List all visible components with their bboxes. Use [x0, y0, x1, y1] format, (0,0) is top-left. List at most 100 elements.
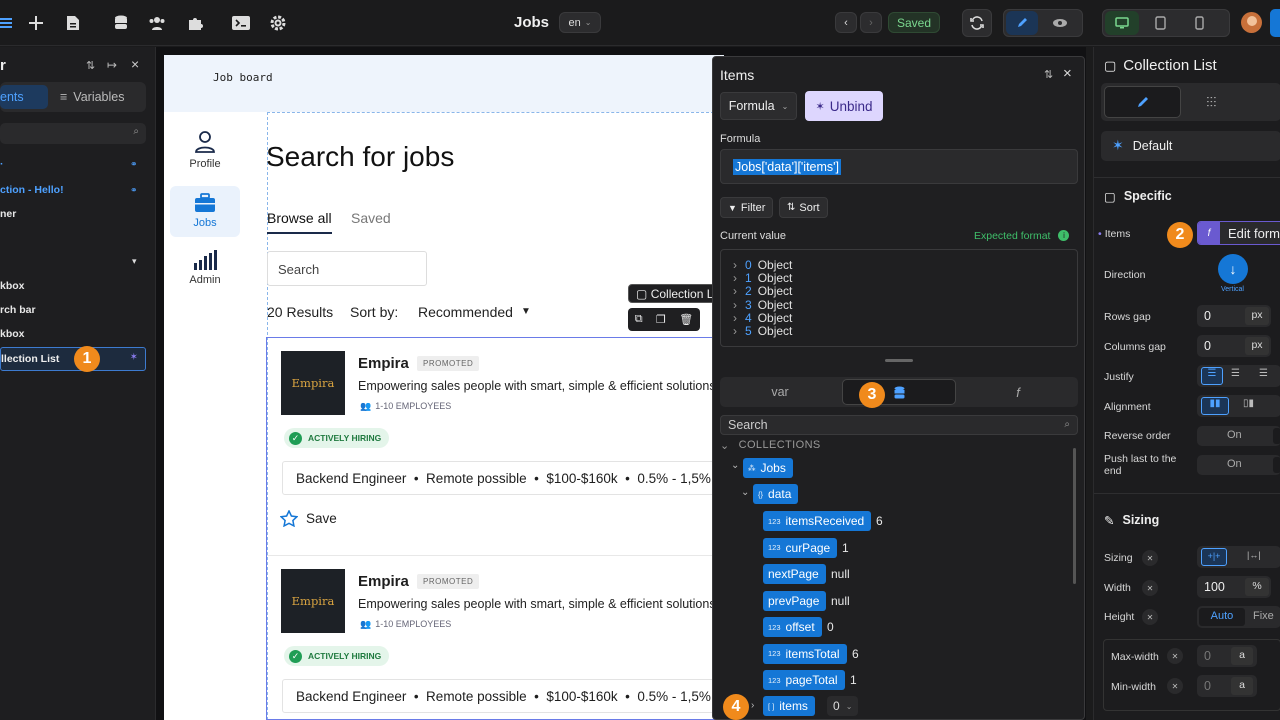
avatar[interactable] [1241, 12, 1262, 33]
collection-list-label[interactable]: ▢ Collection L [628, 284, 716, 303]
trash-icon[interactable]: 🗑 [679, 313, 693, 326]
layer-item[interactable]: ction - Hello! [0, 184, 64, 196]
current-value-row[interactable]: › 0 Object [733, 258, 792, 272]
resize-handle[interactable] [885, 359, 913, 362]
justify-center-button[interactable]: ☰ [1231, 368, 1240, 379]
rows-gap-unit[interactable]: px [1245, 307, 1269, 325]
align-stretch-button[interactable]: ▮▮ [1201, 397, 1229, 415]
tree-field-nextpage[interactable]: nextPage [763, 564, 826, 584]
tablet-button[interactable] [1145, 11, 1175, 35]
max-width-unit[interactable]: a [1231, 647, 1253, 665]
tab-browse-all[interactable]: Browse all [267, 210, 332, 234]
job-card[interactable]: Empira Empira PROMOTED Empowering sales … [267, 556, 732, 720]
terminal-icon[interactable] [230, 12, 252, 34]
reverse-order-toggle[interactable]: On [1197, 426, 1280, 446]
current-value-row[interactable]: › 3 Object [733, 298, 792, 312]
nav-admin[interactable]: Admin [172, 250, 238, 292]
job-role-row[interactable]: Backend Engineer • Remote possible • $10… [282, 461, 732, 495]
height-auto-button[interactable]: Auto [1199, 608, 1245, 626]
expand-arrows-icon[interactable]: ⇅ [1044, 68, 1053, 81]
current-value-row[interactable]: › 2 Object [733, 284, 792, 298]
users-icon[interactable] [146, 12, 168, 34]
desktop-button[interactable] [1105, 11, 1139, 35]
close-icon[interactable]: × [1063, 65, 1072, 82]
publish-button[interactable] [1270, 9, 1280, 37]
unbind-icon[interactable]: ✕ [1167, 678, 1183, 694]
scrollbar[interactable] [1073, 448, 1076, 584]
tree-field-offset[interactable]: 123 offset [763, 617, 822, 637]
tree-node-jobs[interactable]: ⁂ Jobs [743, 458, 793, 478]
direction-vertical-button[interactable]: ↓ [1218, 254, 1248, 284]
duplicate-icon[interactable]: ❐ [656, 313, 666, 326]
tree-field-itemstotal[interactable]: 123 itemsTotal [763, 643, 847, 664]
layer-item[interactable]: kbox [0, 328, 25, 340]
layer-item-selected[interactable]: llection List ✶ [0, 347, 146, 371]
sync-button[interactable] [962, 9, 992, 37]
settings-gear-icon[interactable] [267, 12, 289, 34]
add-icon[interactable] [25, 12, 47, 34]
formula-mode-select[interactable]: Formula ⌄ [720, 92, 797, 120]
width-input[interactable]: 100% [1197, 576, 1271, 598]
current-value-row[interactable]: › 1 Object [733, 271, 792, 285]
tab-style[interactable] [1104, 86, 1181, 118]
edit-formula-button[interactable]: f Edit form [1197, 221, 1280, 245]
min-width-input[interactable]: 0a [1197, 675, 1257, 697]
database-icon[interactable] [110, 12, 132, 34]
redo-button[interactable]: › [860, 12, 882, 33]
edit-mode-button[interactable] [1006, 11, 1038, 35]
unbind-icon[interactable]: ✕ [1142, 550, 1158, 566]
sort-arrows-icon[interactable]: ⇅ [86, 59, 95, 72]
close-icon[interactable]: × [131, 56, 139, 72]
columns-gap-input[interactable]: 0 px [1197, 335, 1271, 357]
items-index-select[interactable]: 0 ⌄ [827, 696, 859, 716]
job-role-row[interactable]: Backend Engineer • Remote possible • $10… [282, 679, 732, 713]
sort-select[interactable]: Recommended ▼ [418, 304, 531, 320]
push-last-toggle[interactable]: On [1197, 455, 1280, 475]
sizing-fit-button[interactable]: |↔| [1247, 550, 1261, 560]
tab-variables[interactable]: ≡ Variables [60, 90, 124, 104]
layer-item[interactable]: kbox [0, 280, 25, 292]
sizing-fill-button[interactable]: +|+ [1201, 548, 1227, 566]
tree-field-prevpage[interactable]: prevPage [763, 590, 827, 611]
layer-item[interactable]: · [0, 158, 4, 170]
min-width-unit[interactable]: a [1231, 677, 1253, 695]
dock-icon[interactable]: ↦ [107, 58, 117, 72]
align-center-button[interactable]: ▯▮ [1243, 398, 1254, 409]
sort-button[interactable]: ⇅ Sort [779, 197, 828, 218]
justify-end-button[interactable]: ☰ [1259, 368, 1268, 379]
save-button[interactable]: Save [280, 510, 337, 527]
mobile-button[interactable] [1184, 11, 1214, 35]
layers-search-input[interactable]: ⌕ [0, 123, 146, 144]
job-card[interactable]: Empira Empira PROMOTED Empowering sales … [267, 338, 732, 543]
tree-field-curpage[interactable]: 123 curPage [763, 537, 838, 558]
job-search-input[interactable]: Search [267, 251, 427, 286]
collections-header[interactable]: ⌄ COLLECTIONS [720, 439, 821, 452]
tree-search-input[interactable]: Search ⌕ [720, 415, 1078, 435]
chevron-down-icon[interactable]: ⌄ [741, 487, 749, 498]
tree-field-pagetotal[interactable]: 123 pageTotal [763, 670, 845, 690]
undo-button[interactable]: ‹ [835, 12, 857, 33]
layer-item[interactable]: ner [0, 208, 16, 220]
chevron-down-icon[interactable]: ⌄ [731, 460, 739, 471]
page-icon[interactable] [62, 12, 84, 34]
language-select[interactable]: en ⌄ [559, 12, 601, 33]
expected-format[interactable]: Expected format i [974, 230, 1070, 242]
justify-start-button[interactable]: ☰ [1201, 367, 1223, 385]
tab-var[interactable]: var [722, 379, 838, 405]
unbind-icon[interactable]: ✕ [1142, 609, 1158, 625]
rows-gap-input[interactable]: 0 px [1197, 305, 1271, 327]
menu-icon[interactable] [0, 12, 16, 34]
tab-saved[interactable]: Saved [351, 210, 391, 226]
current-value-row[interactable]: › 5 Object [733, 324, 792, 338]
tree-node-data[interactable]: {} data [753, 484, 799, 504]
nav-jobs[interactable]: Jobs [170, 186, 240, 237]
tree-field-itemsreceived[interactable]: 123 itemsReceived [763, 511, 872, 531]
columns-gap-unit[interactable]: px [1245, 337, 1269, 355]
unbind-button[interactable]: ✶ Unbind [805, 91, 883, 121]
tab-components[interactable]: ents [0, 85, 48, 109]
nav-profile[interactable]: Profile [172, 131, 238, 177]
sliders-icon[interactable]: ⫶⫶⫶ [1206, 94, 1217, 111]
chevron-right-icon[interactable]: › [751, 700, 754, 711]
formula-editor[interactable]: Jobs['data']['items'] [720, 149, 1078, 184]
share-icon[interactable]: ⧉ [635, 313, 643, 326]
